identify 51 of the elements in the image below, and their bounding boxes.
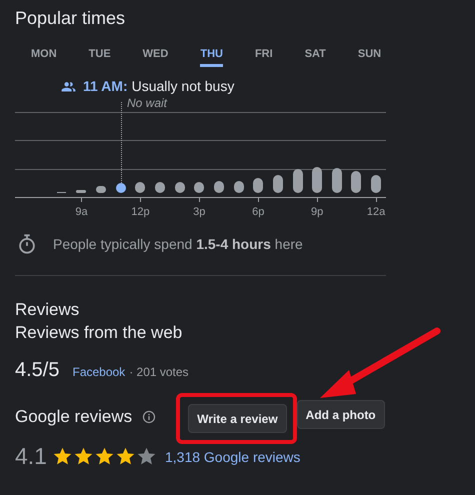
day-tab[interactable]: WED (142, 48, 168, 67)
reviews-heading: Reviews (15, 299, 80, 321)
source-link[interactable]: Facebook (72, 365, 126, 379)
hour-label: 9p (311, 206, 324, 218)
hour-bar[interactable] (135, 182, 146, 193)
hour-bar[interactable] (253, 178, 264, 193)
hour-bar[interactable] (292, 169, 302, 193)
reviews-subheading: Reviews from the web (15, 322, 184, 344)
review-action-button[interactable]: Add a photo (296, 400, 385, 429)
vote-count: · 201 votes (129, 365, 189, 379)
tooltip-status: Usually not busy (132, 78, 234, 94)
star-icon (72, 446, 94, 467)
web-score: 4.5/5 (15, 359, 60, 382)
hour-label: 12p (131, 206, 150, 218)
star-icon (52, 446, 73, 467)
day-tab[interactable]: SUN (358, 48, 382, 67)
hour-bar[interactable] (234, 181, 244, 193)
hour-bar[interactable] (351, 171, 362, 193)
hour-bar[interactable] (96, 186, 106, 193)
day-tab[interactable]: SAT (304, 48, 326, 67)
day-tab[interactable]: FRI (254, 48, 273, 67)
star-icon (94, 446, 115, 467)
hour-label: 9a (75, 206, 88, 218)
reviews-count-link[interactable]: 1,318 Google reviews (164, 448, 300, 464)
hour-bar[interactable] (194, 182, 204, 193)
star-icon (114, 446, 136, 467)
day-tab[interactable]: TUE (88, 48, 111, 67)
hour-bar[interactable] (116, 183, 126, 193)
star-icon (136, 446, 157, 467)
tooltip-time: 11 AM: (83, 78, 128, 94)
hour-bar[interactable] (312, 167, 322, 193)
day-tab[interactable]: THU (200, 48, 223, 67)
timer-icon (16, 233, 38, 255)
hour-bar[interactable] (76, 190, 86, 193)
hour-bar[interactable] (371, 175, 382, 193)
hour-bar[interactable] (272, 175, 283, 193)
hour-label: 12a (366, 206, 386, 218)
hour-label: 6p (252, 206, 264, 218)
hour-bar[interactable] (214, 181, 224, 193)
hour-bar[interactable] (332, 168, 342, 193)
review-action-button[interactable]: Write a review (188, 404, 287, 433)
visit-duration-text: People typically spend 1.5-4 hours here (53, 236, 303, 252)
rating-value: 4.1 (15, 443, 47, 470)
google-reviews-heading: Google reviews (15, 406, 132, 426)
day-tab[interactable]: MON (31, 48, 57, 67)
info-icon[interactable] (142, 410, 156, 424)
hour-bar[interactable] (155, 182, 166, 193)
hour-label: 3p (193, 206, 206, 218)
section-title: Popular times (15, 7, 126, 30)
hour-bar[interactable] (174, 182, 185, 193)
wait-text: No wait (127, 96, 168, 110)
